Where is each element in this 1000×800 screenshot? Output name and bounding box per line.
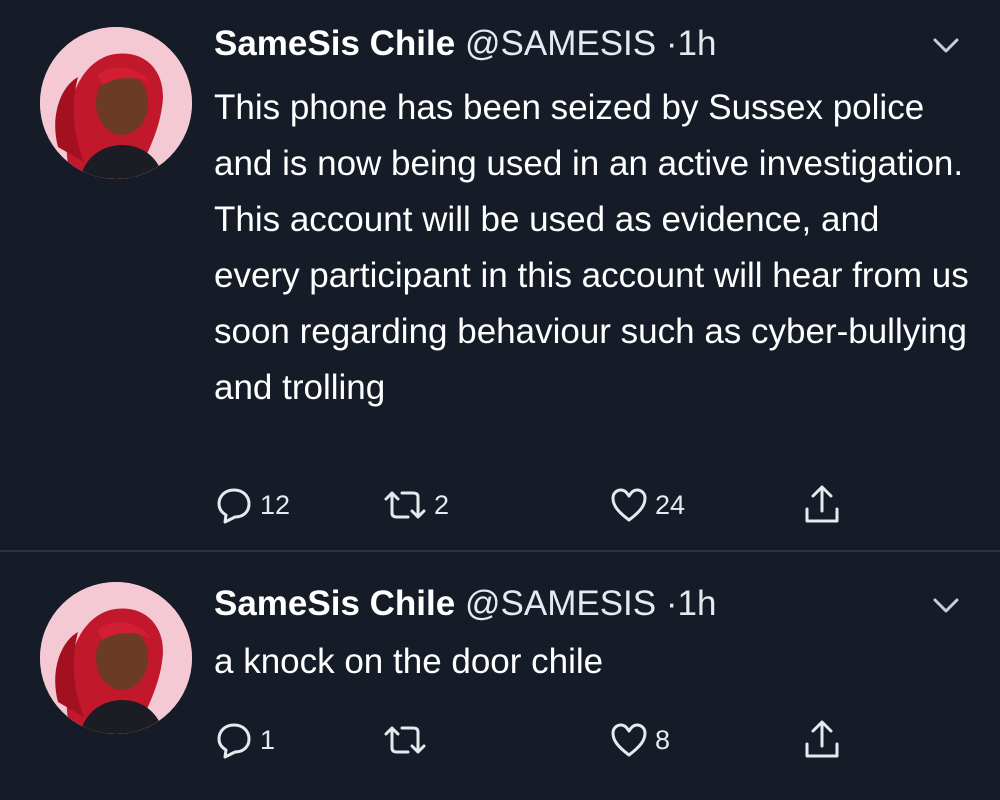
like-button[interactable]: 8	[609, 715, 670, 765]
reply-icon	[217, 488, 251, 524]
like-count: 24	[655, 489, 686, 520]
retweet-button[interactable]	[382, 715, 434, 765]
retweet-button[interactable]: 2	[382, 480, 449, 530]
reply-count: 12	[260, 489, 291, 520]
retweet-count: 2	[434, 489, 450, 520]
share-button[interactable]	[802, 715, 842, 765]
tweet-text: This phone has been seized by Sussex pol…	[214, 88, 969, 407]
tweet-text: a knock on the door chile	[214, 642, 604, 681]
timeline: SameSis Chile @SAMESIS ·1h This phone ha…	[0, 0, 1000, 800]
avatar[interactable]	[40, 27, 192, 179]
avatar-photo	[40, 582, 192, 734]
share-icon	[805, 720, 839, 758]
reply-button[interactable]: 12	[214, 480, 290, 530]
retweet-icon	[384, 491, 426, 519]
timestamp[interactable]: 1h	[678, 24, 717, 63]
avatar[interactable]	[40, 582, 192, 734]
tweet-menu-button[interactable]	[926, 586, 966, 626]
share-button[interactable]	[802, 480, 842, 530]
reply-button[interactable]: 1	[214, 715, 275, 765]
tweet-header: SameSis Chile @SAMESIS ·1h	[214, 22, 716, 66]
tweet[interactable]: SameSis Chile @SAMESIS ·1h This phone ha…	[0, 0, 1000, 550]
chevron-down-icon	[933, 38, 959, 53]
separator-dot: ·	[665, 584, 678, 623]
separator-dot: ·	[665, 24, 678, 63]
user-handle[interactable]: @SAMESIS	[465, 584, 656, 623]
user-handle[interactable]: @SAMESIS	[465, 24, 656, 63]
like-icon	[611, 488, 647, 522]
tweet-actions: 12 2 24	[214, 480, 954, 530]
like-icon	[611, 723, 647, 757]
reply-count: 1	[260, 724, 276, 755]
retweet-icon	[384, 726, 426, 754]
tweet-header: SameSis Chile @SAMESIS ·1h	[214, 582, 716, 626]
tweet-actions: 1 8	[214, 715, 954, 765]
display-name[interactable]: SameSis Chile	[214, 584, 455, 623]
timestamp[interactable]: 1h	[678, 584, 717, 623]
avatar-photo	[40, 27, 192, 179]
reply-icon	[217, 723, 251, 759]
like-count: 8	[655, 724, 671, 755]
tweet-menu-button[interactable]	[926, 26, 966, 66]
display-name[interactable]: SameSis Chile	[214, 24, 455, 63]
share-icon	[805, 485, 839, 523]
chevron-down-icon	[933, 598, 959, 613]
tweet[interactable]: SameSis Chile @SAMESIS ·1h a knock on th…	[0, 552, 1000, 800]
like-button[interactable]: 24	[609, 480, 685, 530]
